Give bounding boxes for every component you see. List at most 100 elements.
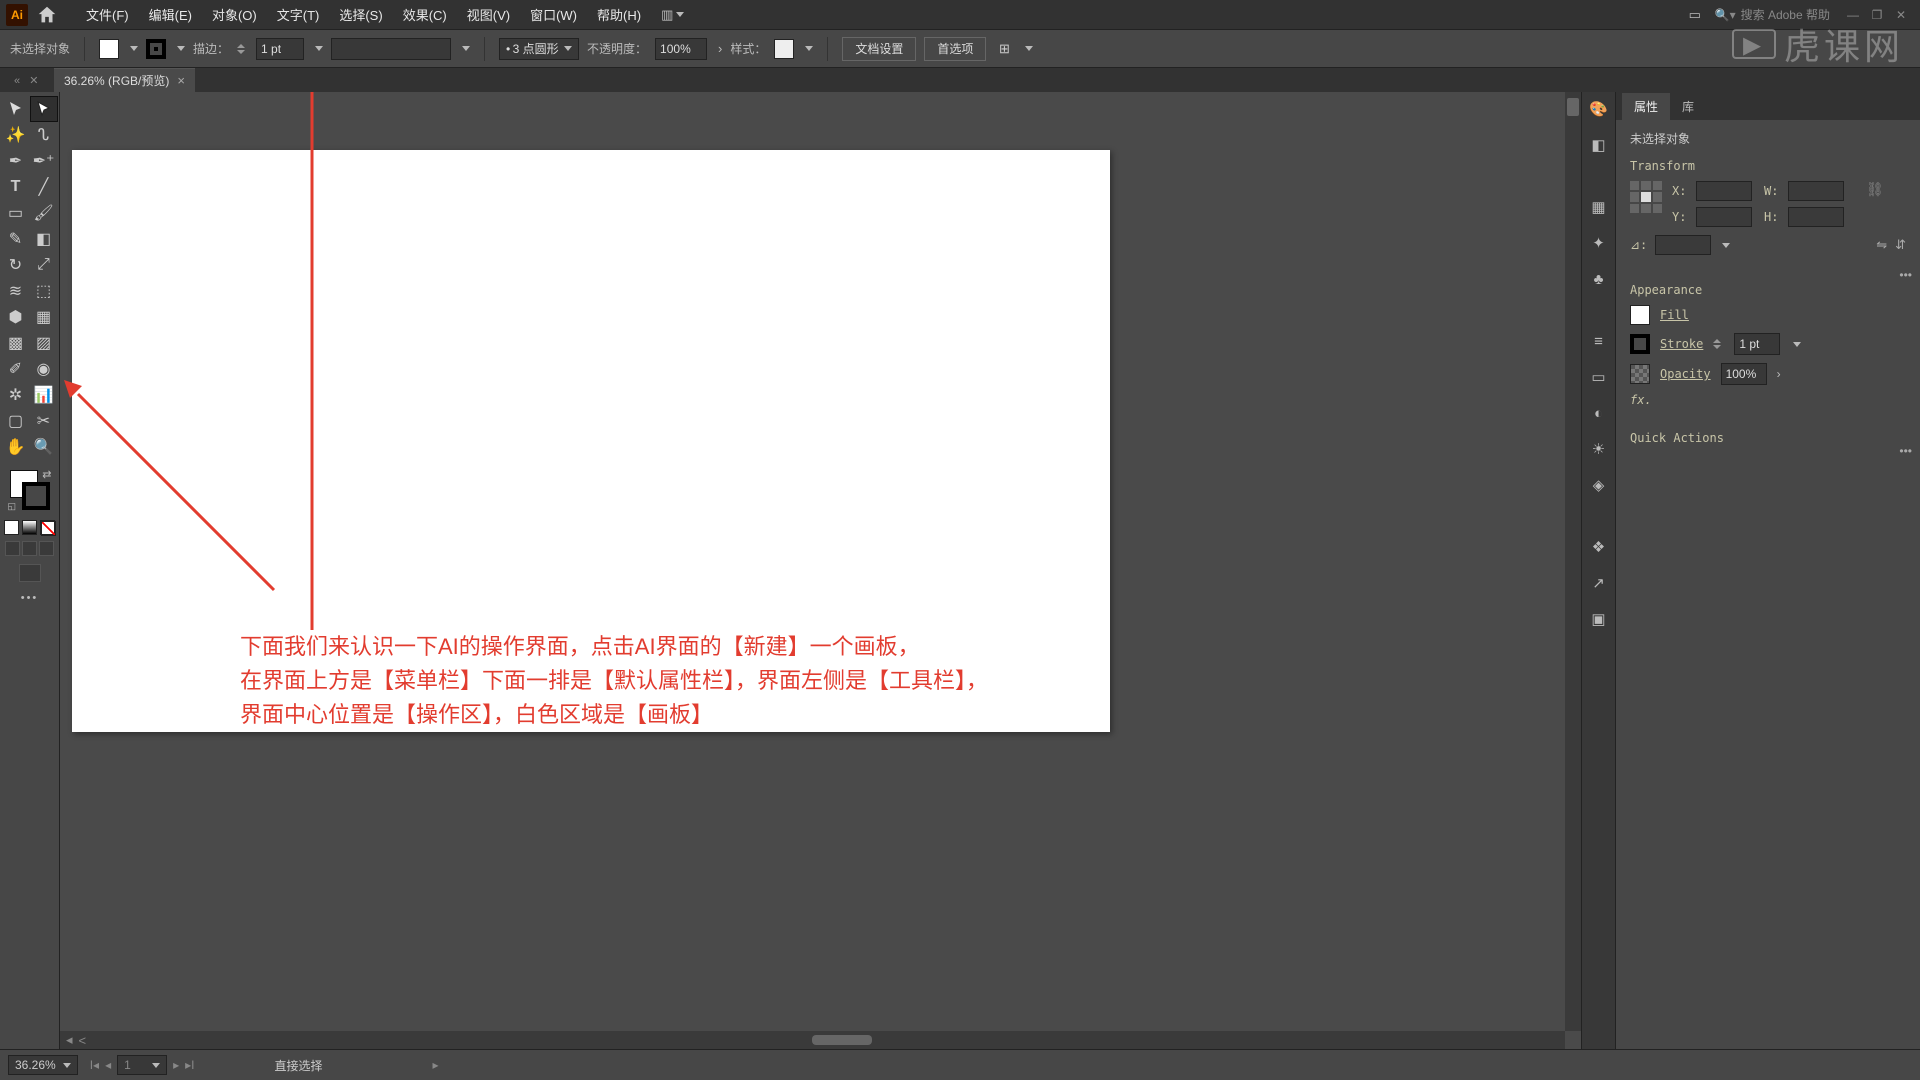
vw-dropdown-icon[interactable] (462, 46, 470, 51)
color-mode-none[interactable] (40, 520, 55, 535)
screen-mode-tool[interactable] (19, 564, 41, 582)
tab-libraries[interactable]: 库 (1670, 93, 1706, 120)
screen-mode-icon[interactable]: ▭ (1689, 8, 1707, 22)
stroke-swatch[interactable] (22, 482, 50, 510)
menu-object[interactable]: 对象(O) (202, 1, 267, 28)
stroke-dropdown-icon[interactable] (177, 46, 185, 51)
color-mode-solid[interactable] (4, 520, 19, 535)
symbol-sprayer-tool[interactable]: ✲ (2, 382, 30, 408)
lasso-tool[interactable]: ᔐ (30, 122, 58, 148)
rotate-tool[interactable]: ↻ (2, 252, 30, 278)
close-tab-icon[interactable]: × (177, 73, 185, 88)
type-tool[interactable]: T (2, 174, 30, 200)
eyedropper-tool[interactable]: ✐ (2, 356, 30, 382)
appearance-panel-icon[interactable]: ☀ (1588, 438, 1610, 460)
menu-view[interactable]: 视图(V) (457, 1, 520, 28)
menu-edit[interactable]: 编辑(E) (139, 1, 202, 28)
search-help[interactable]: 🔍▾ 搜索 Adobe 帮助 (1715, 6, 1830, 23)
mesh-tool[interactable]: ▩ (2, 330, 30, 356)
pen-tool[interactable]: ✒ (2, 148, 30, 174)
curvature-tool[interactable]: ✒⁺ (30, 148, 58, 174)
edit-toolbar-icon[interactable]: ••• (21, 592, 39, 604)
stroke-weight-dropdown-icon[interactable] (315, 46, 323, 51)
layers-panel-icon[interactable]: ❖ (1588, 536, 1610, 558)
symbols-panel-icon[interactable]: ♣ (1588, 268, 1610, 290)
menu-window[interactable]: 窗口(W) (520, 1, 587, 28)
stroke-color-well[interactable] (146, 39, 166, 59)
shape-builder-tool[interactable]: ⬢ (2, 304, 30, 330)
y-field[interactable] (1696, 207, 1752, 227)
transform-options-icon[interactable]: ••• (1899, 268, 1912, 282)
fill-swatch-panel[interactable] (1630, 305, 1650, 325)
align-icon[interactable]: ⊞ (994, 39, 1014, 59)
vertical-scrollbar[interactable] (1565, 92, 1581, 1031)
stroke-swatch-panel[interactable] (1630, 334, 1650, 354)
prev-artboard-icon[interactable]: ◂ (105, 1058, 111, 1072)
last-artboard-icon[interactable]: ▸I (185, 1058, 194, 1072)
preferences-button[interactable]: 首选项 (924, 37, 986, 61)
menu-effect[interactable]: 效果(C) (393, 1, 457, 28)
selection-tool[interactable] (2, 96, 30, 122)
draw-inside[interactable] (39, 541, 54, 556)
blend-tool[interactable]: ◉ (30, 356, 58, 382)
opacity-arrow-icon[interactable]: › (718, 41, 722, 56)
stroke-weight-field[interactable]: 1 pt (256, 38, 304, 60)
menu-help[interactable]: 帮助(H) (587, 1, 651, 28)
shaper-tool[interactable]: ✎ (2, 226, 30, 252)
zoom-tool[interactable]: 🔍 (30, 434, 58, 460)
graphic-style-well[interactable] (774, 39, 794, 59)
document-tab[interactable]: 36.26% (RGB/预览) × (54, 68, 195, 92)
perspective-tool[interactable]: ▦ (30, 304, 58, 330)
asset-export-panel-icon[interactable]: ↗ (1588, 572, 1610, 594)
rectangle-tool[interactable]: ▭ (2, 200, 30, 226)
fill-color-well[interactable] (99, 39, 119, 59)
align-dropdown-icon[interactable] (1025, 46, 1033, 51)
gradient-panel-icon[interactable]: ▭ (1588, 366, 1610, 388)
artboard-number-field[interactable]: 1 (117, 1055, 167, 1075)
direct-selection-tool[interactable] (30, 96, 58, 122)
stroke-label-panel[interactable]: Stroke (1660, 337, 1703, 351)
eraser-tool[interactable]: ◧ (30, 226, 58, 252)
opacity-swatch-panel[interactable] (1630, 364, 1650, 384)
fill-stroke-control[interactable]: ⇄ ◱ (6, 466, 54, 514)
close-icon[interactable]: ✕ (1894, 8, 1908, 22)
default-fill-stroke-icon[interactable]: ◱ (8, 501, 17, 512)
stroke-stepper[interactable] (237, 44, 245, 54)
reference-point[interactable] (1630, 181, 1662, 213)
artboard[interactable]: 下面我们来认识一下AI的操作界面，点击AI界面的【新建】一个画板， 在界面上方是… (72, 150, 1110, 732)
graphic-styles-panel-icon[interactable]: ◈ (1588, 474, 1610, 496)
w-field[interactable] (1788, 181, 1844, 201)
canvas-area[interactable]: ➤ 下面我们来认识一下AI的操作界面，点击AI界面的【新建】一个画板， 在界面上… (60, 92, 1581, 1049)
fx-label[interactable]: fx. (1630, 393, 1652, 407)
first-artboard-icon[interactable]: I◂ (90, 1058, 99, 1072)
style-dropdown-icon[interactable] (805, 46, 813, 51)
magic-wand-tool[interactable]: ✨ (2, 122, 30, 148)
width-tool[interactable]: ≋ (2, 278, 30, 304)
status-play-icon[interactable]: ▸ (433, 1058, 439, 1072)
swatches-panel-icon[interactable]: ▦ (1588, 196, 1610, 218)
tab-properties[interactable]: 属性 (1622, 93, 1670, 120)
horizontal-scrollbar[interactable]: ◂ < (60, 1031, 1565, 1049)
minimize-icon[interactable]: — (1846, 8, 1860, 22)
color-panel-icon[interactable]: 🎨 (1588, 98, 1610, 120)
stroke-weight-panel[interactable]: 1 pt (1734, 333, 1780, 355)
slice-tool[interactable]: ✂ (30, 408, 58, 434)
variable-width-profile[interactable] (331, 38, 451, 60)
document-setup-button[interactable]: 文档设置 (842, 37, 916, 61)
artboard-tool[interactable]: ▢ (2, 408, 30, 434)
home-icon[interactable] (36, 4, 58, 26)
h-field[interactable] (1788, 207, 1844, 227)
tab-expand-icon[interactable]: « ✕ (14, 74, 54, 87)
paintbrush-tool[interactable]: 🖌 (30, 200, 58, 226)
opacity-field[interactable]: 100% (655, 38, 707, 60)
gradient-tool[interactable]: ▨ (30, 330, 58, 356)
transparency-panel-icon[interactable]: ◐ (1588, 402, 1610, 424)
draw-normal[interactable] (5, 541, 20, 556)
artboards-panel-icon[interactable]: ▣ (1588, 608, 1610, 630)
stroke-stepper-panel[interactable] (1713, 339, 1721, 349)
hand-tool[interactable]: ✋ (2, 434, 30, 460)
opacity-value-panel[interactable]: 100% (1721, 363, 1767, 385)
brush-definition[interactable]: •3 点圆形 (499, 38, 579, 60)
line-tool[interactable]: ╱ (30, 174, 58, 200)
color-mode-gradient[interactable] (22, 520, 37, 535)
